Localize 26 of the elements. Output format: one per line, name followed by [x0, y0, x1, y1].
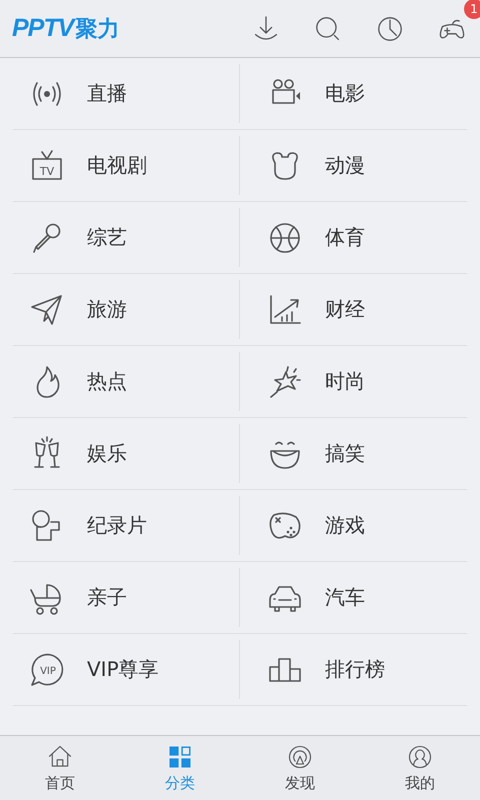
category-item[interactable]: 游戏 — [240, 490, 467, 561]
category-item[interactable]: 直播 — [13, 58, 239, 129]
profile-icon — [406, 743, 434, 771]
logo-text: PPTV — [12, 14, 74, 42]
tab[interactable]: 首页 — [0, 736, 120, 800]
tab[interactable]: 我的 — [360, 736, 480, 800]
category-item[interactable]: 综艺 — [13, 202, 239, 273]
category-item[interactable]: 纪录片 — [13, 490, 239, 561]
logo-text: 聚力 — [75, 16, 120, 44]
notification-badge: 1 — [464, 0, 480, 18]
category-item[interactable]: 旅游 — [13, 274, 239, 345]
category-item[interactable]: 汽车 — [240, 562, 467, 633]
category-item[interactable]: 热点 — [13, 346, 239, 417]
category-item[interactable]: 娱乐 — [13, 418, 239, 489]
category-item[interactable]: 时尚 — [240, 346, 467, 417]
category-item[interactable]: 搞笑 — [240, 418, 467, 489]
category-item[interactable]: 排行榜 — [240, 634, 467, 705]
category-item[interactable]: VIP VIP尊享 — [13, 634, 239, 705]
tab[interactable]: 发现 — [240, 736, 360, 800]
category-item[interactable]: 电影 — [240, 58, 467, 129]
discover-icon — [286, 743, 314, 771]
category-item[interactable]: 财经 — [240, 274, 467, 345]
category-item[interactable]: TV 电视剧 — [13, 130, 239, 201]
category-item[interactable]: 体育 — [240, 202, 467, 273]
category-item[interactable]: 亲子 — [13, 562, 239, 633]
category-item[interactable]: 动漫 — [240, 130, 467, 201]
